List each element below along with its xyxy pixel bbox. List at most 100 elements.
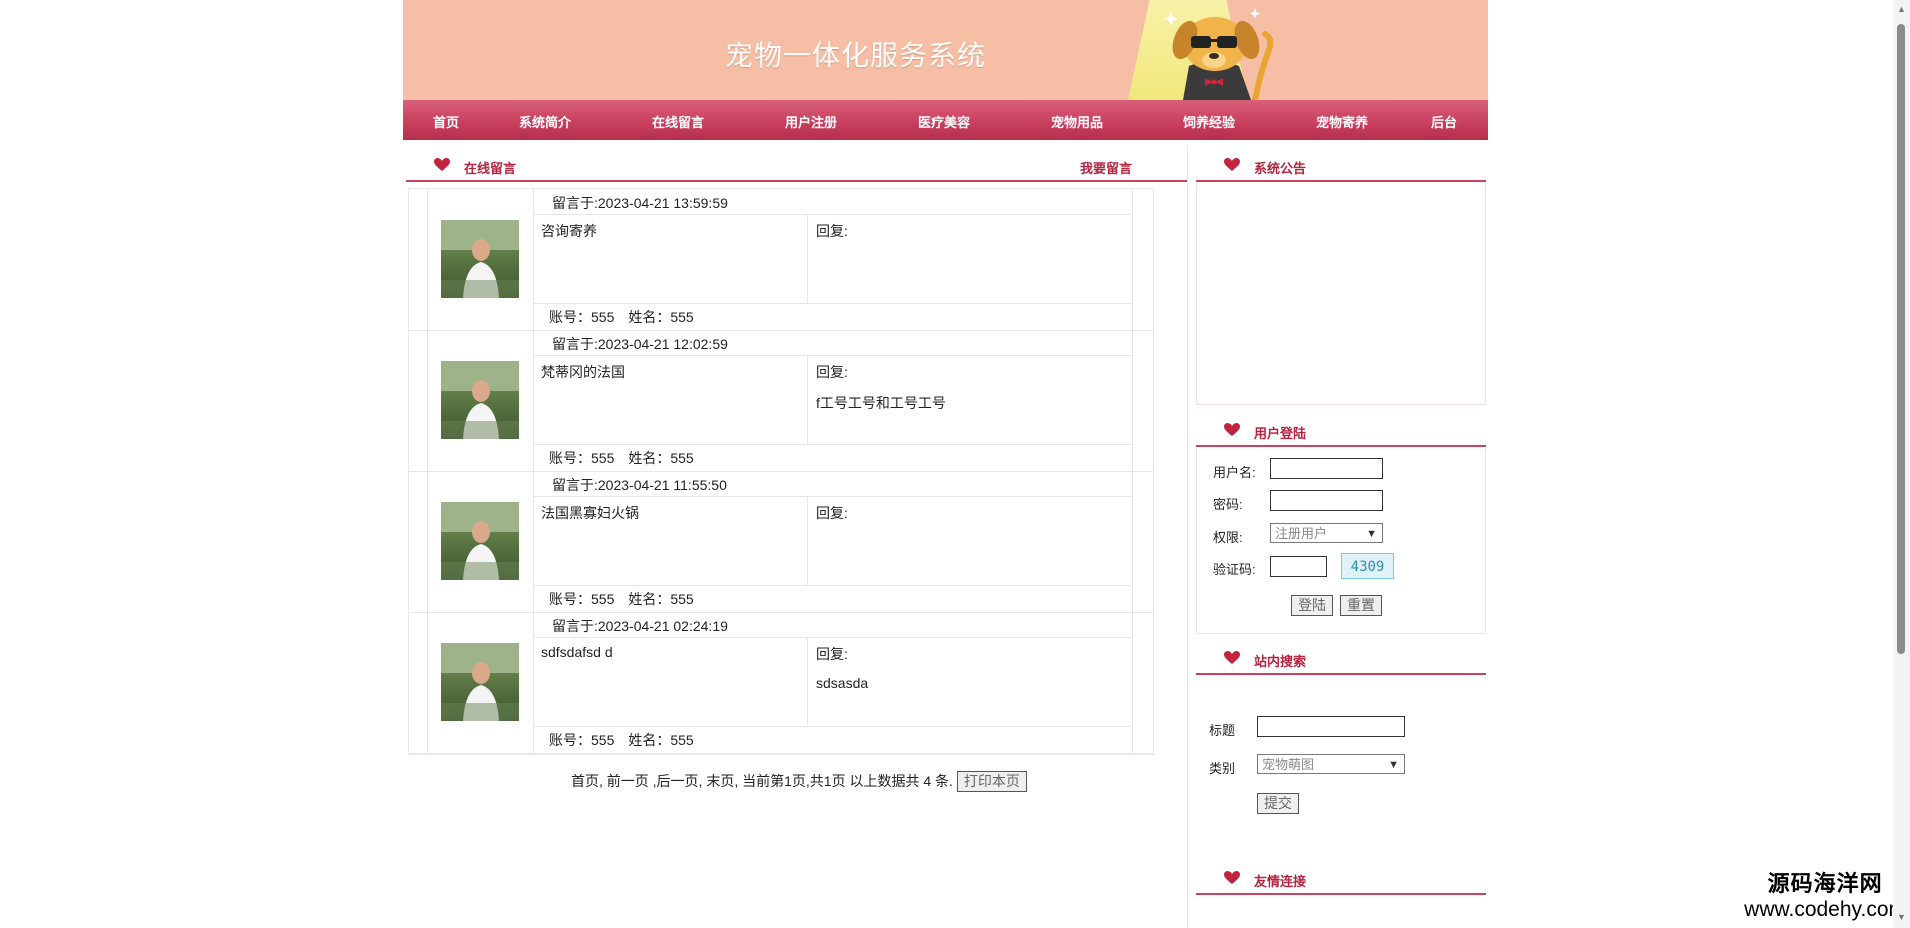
links-header: 友情连接 (1196, 863, 1486, 895)
username-label: 用户名: (1213, 465, 1256, 480)
avatar (441, 361, 519, 439)
message-body: 法国黑寡妇火锅 回复: (533, 496, 1133, 586)
message-content: sdfsdafsd d (541, 644, 613, 660)
username-input[interactable] (1270, 458, 1383, 479)
heart-icon (434, 158, 450, 171)
print-page-button[interactable]: 打印本页 (956, 771, 1027, 792)
reply-label: 回复: (816, 223, 848, 239)
nav-guestbook[interactable]: 在线留言 (652, 112, 704, 131)
watermark-line2: www.codehy.com (1744, 898, 1906, 921)
message-account: 账号：555 姓名：555 (549, 732, 694, 748)
avatar (441, 643, 519, 721)
login-header: 用户登陆 (1196, 415, 1486, 447)
message-row: 留言于:2023-04-21 13:59:59 咨询寄养 回复: 账号：555 … (409, 189, 1153, 331)
notice-body (1196, 182, 1486, 405)
notice-title: 系统公告 (1254, 161, 1307, 176)
nav-pet-supplies[interactable]: 宠物用品 (1051, 112, 1103, 131)
row-gutter-right (1132, 612, 1153, 753)
row-gutter-left (409, 330, 428, 471)
chevron-down-icon: ▼ (1388, 759, 1399, 771)
main-nav: 首页 系统简介 在线留言 用户注册 医疗美容 宠物用品 饲养经验 宠物寄养 后台 (403, 100, 1488, 140)
nav-home[interactable]: 首页 (433, 112, 459, 131)
write-message-link[interactable]: 我要留言 (1080, 158, 1132, 177)
nav-medical-beauty[interactable]: 医疗美容 (918, 112, 970, 131)
message-content: 咨询寄养 (541, 223, 597, 239)
heart-icon (1224, 158, 1240, 171)
watermark: 源码海洋网 www.codehy.com (1744, 866, 1906, 922)
message-body: sdfsdafsd d 回复: sdsasda (533, 637, 1133, 727)
avatar (441, 502, 519, 580)
captcha-input[interactable] (1270, 556, 1327, 577)
scroll-up-icon[interactable]: ▲ (1897, 4, 1906, 14)
reply-label: 回复: (816, 505, 848, 521)
body-divider (807, 215, 808, 303)
category-select-value: 宠物萌图 (1262, 757, 1315, 772)
site-title: 宠物一体化服务系统 (725, 39, 987, 72)
message-time: 留言于:2023-04-21 11:55:50 (552, 477, 727, 493)
message-time: 留言于:2023-04-21 02:24:19 (552, 618, 728, 634)
guestbook-header: 在线留言 我要留言 (406, 150, 1188, 182)
login-title: 用户登陆 (1254, 426, 1307, 441)
links-title: 友情连接 (1254, 874, 1307, 889)
nav-admin[interactable]: 后台 (1431, 112, 1457, 131)
row-gutter-left (409, 612, 428, 753)
message-time: 留言于:2023-04-21 12:02:59 (552, 336, 728, 352)
captcha-image[interactable]: 4309 (1341, 553, 1394, 579)
reply-text: sdsasda (816, 675, 869, 691)
message-account: 账号：555 姓名：555 (549, 591, 694, 607)
role-label: 权限: (1213, 530, 1243, 545)
nav-register[interactable]: 用户注册 (785, 112, 837, 131)
site-container: 宠物一体化服务系统 首页 系统简介 在线留言 用户注册 医疗美容 宠物用品 饲养… (403, 0, 1488, 928)
message-body: 咨询寄养 回复: (533, 214, 1133, 304)
password-label: 密码: (1213, 497, 1243, 512)
reply-label: 回复: (816, 646, 848, 662)
message-row: 留言于:2023-04-21 11:55:50 法国黑寡妇火锅 回复: 账号：5… (409, 471, 1153, 613)
pagination: 首页, 前一页 ,后一页, 末页, 当前第1页,共1页 以上数据共 4 条. 打… (571, 771, 1027, 792)
avatar (441, 220, 519, 298)
message-content: 梵蒂冈的法国 (541, 364, 625, 380)
heart-icon (1224, 651, 1240, 664)
password-input[interactable] (1270, 490, 1383, 511)
role-select[interactable]: 注册用户 ▼ (1270, 523, 1383, 543)
row-gutter-right (1132, 471, 1153, 612)
reply-label: 回复: (816, 364, 848, 380)
reset-button[interactable]: 重置 (1340, 595, 1382, 616)
scroll-down-icon[interactable]: ▼ (1897, 912, 1906, 922)
body-divider (807, 497, 808, 585)
message-row: 留言于:2023-04-21 02:24:19 sdfsdafsd d 回复: … (409, 612, 1153, 754)
search-submit-button[interactable]: 提交 (1257, 793, 1299, 814)
scrollbar-thumb[interactable] (1897, 24, 1905, 654)
message-time: 留言于:2023-04-21 13:59:59 (552, 195, 728, 211)
message-row: 留言于:2023-04-21 12:02:59 梵蒂冈的法国 回复: f工号工号… (409, 330, 1153, 472)
search-title-label: 标题 (1209, 723, 1236, 738)
search-category-select[interactable]: 宠物萌图 ▼ (1257, 754, 1405, 774)
captcha-label: 验证码: (1213, 562, 1256, 577)
body-divider (807, 638, 808, 726)
search-title-input[interactable] (1257, 716, 1405, 737)
nav-pet-boarding[interactable]: 宠物寄养 (1316, 112, 1368, 131)
page-scrollbar[interactable]: ▲ ▼ (1893, 0, 1910, 928)
row-gutter-right (1132, 189, 1153, 330)
chevron-down-icon: ▼ (1366, 528, 1377, 540)
pagination-text[interactable]: 首页, 前一页 ,后一页, 末页, 当前第1页,共1页 以上数据共 4 条. (571, 773, 953, 789)
search-title: 站内搜索 (1254, 654, 1307, 669)
notice-header: 系统公告 (1196, 150, 1486, 182)
column-divider (1187, 145, 1188, 928)
body-divider (807, 356, 808, 444)
message-content: 法国黑寡妇火锅 (541, 505, 639, 521)
search-header: 站内搜索 (1196, 643, 1486, 675)
search-category-label: 类别 (1209, 761, 1236, 776)
heart-icon (1224, 423, 1240, 436)
nav-feeding-experience[interactable]: 饲养经验 (1183, 112, 1235, 131)
dog-mascot-icon (1164, 8, 1274, 100)
message-table: 留言于:2023-04-21 13:59:59 咨询寄养 回复: 账号：555 … (408, 188, 1154, 755)
login-button[interactable]: 登陆 (1291, 595, 1333, 616)
watermark-line1: 源码海洋网 (1767, 871, 1883, 896)
message-body: 梵蒂冈的法国 回复: f工号工号和工号工号 (533, 355, 1133, 445)
reply-text: f工号工号和工号工号 (816, 395, 946, 411)
row-gutter-left (409, 471, 428, 612)
row-gutter-right (1132, 330, 1153, 471)
message-account: 账号：555 姓名：555 (549, 309, 694, 325)
nav-about[interactable]: 系统简介 (519, 112, 571, 131)
guestbook-title: 在线留言 (464, 161, 517, 176)
